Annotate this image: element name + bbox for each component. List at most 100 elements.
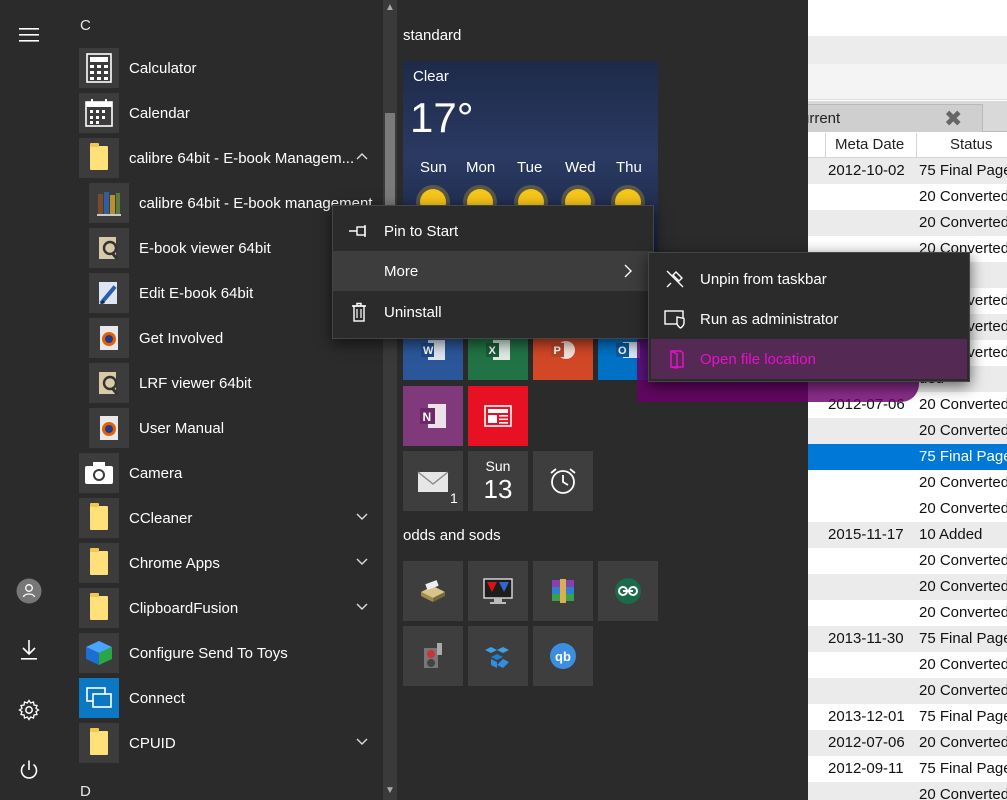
app-tile[interactable] xyxy=(468,626,528,686)
menu-item-label: Run as administrator xyxy=(700,310,839,328)
table-row[interactable]: 2013-12-01 75 Final Page xyxy=(808,704,1007,730)
cell-status: 20 Converted xyxy=(919,734,1007,751)
app-label: Calculator xyxy=(129,59,197,77)
table-row[interactable]: 2012-09-11 75 Final Page xyxy=(808,756,1007,782)
tile-group-title[interactable]: standard xyxy=(403,27,461,44)
app-label: Edit E-book 64bit xyxy=(139,284,254,302)
cell-status: 20 Converted xyxy=(919,552,1007,569)
app-configure-send-to-toys[interactable]: Configure Send To Toys xyxy=(79,633,379,673)
app-lrf-viewer[interactable]: LRF viewer 64bit xyxy=(89,363,389,403)
menu-item-pin-to-start[interactable]: Pin to Start xyxy=(333,211,653,251)
cell-status: 20 Converted xyxy=(919,188,1007,205)
app-folder-calibre[interactable]: calibre 64bit - E-book Managem... xyxy=(79,138,379,178)
excel-icon: X xyxy=(486,340,510,360)
app-calculator[interactable]: Calculator xyxy=(79,48,379,88)
column-header-status[interactable]: Status xyxy=(950,136,993,153)
close-icon[interactable]: ✖ xyxy=(944,106,962,132)
table-row[interactable]: 20 Converted xyxy=(808,548,1007,574)
menu-item-label: More xyxy=(384,262,419,280)
app-folder-cpuid[interactable]: CPUID xyxy=(79,723,379,763)
app-connect[interactable]: Connect xyxy=(79,678,379,718)
svg-text:W: W xyxy=(423,345,434,357)
app-folder-chrome-apps[interactable]: Chrome Apps xyxy=(79,543,379,583)
download-icon[interactable] xyxy=(14,635,44,665)
column-header-meta-date[interactable]: Meta Date xyxy=(835,136,904,153)
folder-icon xyxy=(79,138,119,178)
app-camera[interactable]: Camera xyxy=(79,453,379,493)
weather-condition: Clear xyxy=(413,68,449,85)
alarms-tile[interactable] xyxy=(533,451,593,511)
menu-item-open-file-location[interactable]: Open file location xyxy=(651,339,967,379)
menu-item-run-as-administrator[interactable]: Run as administrator xyxy=(649,299,969,339)
power-icon[interactable] xyxy=(14,755,44,785)
table-row[interactable]: 20 Converted xyxy=(808,600,1007,626)
app-folder-clipboardfusion[interactable]: ClipboardFusion xyxy=(79,588,379,628)
mail-tile[interactable]: 1 xyxy=(403,451,463,511)
table-row[interactable]: 20 Converted xyxy=(808,184,1007,210)
table-row[interactable]: 20 Converted xyxy=(808,470,1007,496)
letter-header-d[interactable]: D xyxy=(80,783,91,800)
calibre-icon xyxy=(89,183,129,223)
mail-unread-count: 1 xyxy=(450,490,458,506)
app-list-scrollbar[interactable]: ▲ ▼ xyxy=(383,0,397,800)
gear-icon[interactable] xyxy=(14,695,44,725)
table-row[interactable]: 20 Converted xyxy=(808,496,1007,522)
app-tile[interactable]: qb xyxy=(533,626,593,686)
scroll-down-icon[interactable]: ▼ xyxy=(385,786,395,796)
calculator-icon xyxy=(79,48,119,88)
lrf-viewer-icon xyxy=(89,363,129,403)
table-row[interactable]: 20 Converted xyxy=(808,418,1007,444)
letter-header-c[interactable]: C xyxy=(80,17,91,34)
table-row[interactable]: 20 Converted xyxy=(808,678,1007,704)
link-icon xyxy=(615,578,641,604)
sendto-toys-icon xyxy=(79,633,119,673)
app-tile[interactable] xyxy=(403,626,463,686)
table-row[interactable]: 2015-11-17 10 Added xyxy=(808,522,1007,548)
menu-item-uninstall[interactable]: Uninstall xyxy=(333,292,653,332)
menu-item-unpin-from-taskbar[interactable]: Unpin from taskbar xyxy=(649,259,969,299)
app-user-manual[interactable]: User Manual xyxy=(89,408,389,448)
hamburger-icon[interactable] xyxy=(14,20,44,50)
app-tile[interactable] xyxy=(403,561,463,621)
user-icon[interactable] xyxy=(14,576,44,606)
app-tile[interactable] xyxy=(533,561,593,621)
onenote-tile[interactable]: N xyxy=(403,386,463,446)
svg-text:qb: qb xyxy=(555,649,571,664)
folder-icon xyxy=(79,723,119,763)
app-calendar[interactable]: Calendar xyxy=(79,93,379,133)
app-folder-ccleaner[interactable]: CCleaner xyxy=(79,498,379,538)
chevron-down-icon[interactable] xyxy=(355,734,369,748)
app-list: C Calculator Calendar calibre 64bit - E-… xyxy=(58,0,383,800)
pin-icon xyxy=(347,219,371,243)
table-row[interactable]: 20 Converted xyxy=(808,652,1007,678)
chevron-down-icon[interactable] xyxy=(355,599,369,613)
background-tab[interactable]: urrent ✖ xyxy=(808,104,983,132)
cell-meta-date: 2013-12-01 xyxy=(828,708,905,725)
app-tile[interactable] xyxy=(598,561,658,621)
chevron-down-icon[interactable] xyxy=(355,509,369,523)
menu-item-label: Uninstall xyxy=(384,303,442,321)
table-row[interactable]: 75 Final Page xyxy=(808,444,1007,470)
weather-day: Wed xyxy=(565,159,596,176)
table-row[interactable]: 20 Converted xyxy=(808,782,1007,800)
app-tile[interactable] xyxy=(468,561,528,621)
chevron-down-icon[interactable] xyxy=(355,554,369,568)
qbittorrent-icon: qb xyxy=(550,643,576,669)
firefox-icon xyxy=(89,318,129,358)
firefox-icon xyxy=(89,408,129,448)
table-row[interactable]: 2013-11-30 75 Final Page xyxy=(808,626,1007,652)
word-icon: W xyxy=(421,340,445,360)
table-row[interactable]: 2012-10-02 75 Final Page xyxy=(808,158,1007,184)
news-tile[interactable] xyxy=(468,386,528,446)
shield-icon xyxy=(663,307,687,331)
chevron-up-icon[interactable] xyxy=(355,149,369,163)
calendar-tile[interactable]: Sun 13 xyxy=(468,451,528,511)
table-row[interactable]: 2012-07-06 20 Converted xyxy=(808,730,1007,756)
table-row[interactable]: 20 Converted xyxy=(808,574,1007,600)
folder-icon xyxy=(79,543,119,583)
tile-group-title[interactable]: odds and sods xyxy=(403,527,501,544)
scroll-up-icon[interactable]: ▲ xyxy=(385,3,395,13)
chevron-right-icon xyxy=(624,264,632,278)
menu-item-more[interactable]: More xyxy=(333,251,653,291)
table-row[interactable]: 20 Converted xyxy=(808,210,1007,236)
